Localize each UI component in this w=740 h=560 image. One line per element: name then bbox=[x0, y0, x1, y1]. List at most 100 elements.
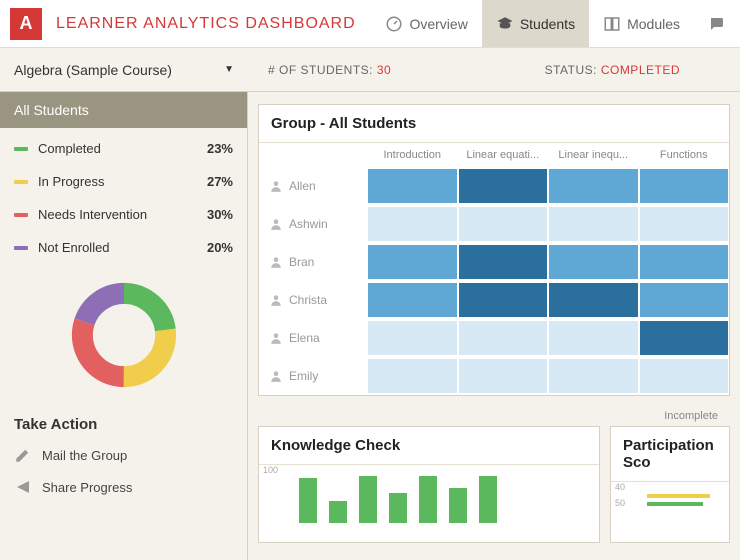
course-status: STATUS: COMPLETED bbox=[525, 63, 700, 77]
heatmap-cell[interactable] bbox=[459, 169, 548, 203]
heatmap-cell[interactable] bbox=[640, 359, 729, 393]
nav-label: Modules bbox=[627, 16, 680, 32]
heatmap-cell[interactable] bbox=[459, 359, 548, 393]
heatmap-cell[interactable] bbox=[459, 283, 548, 317]
student-name: Elena bbox=[259, 331, 367, 345]
graduate-icon bbox=[496, 15, 514, 33]
heatmap-col-label: Introduction bbox=[367, 149, 458, 161]
action-mail-group[interactable]: Mail the Group bbox=[0, 439, 247, 471]
heatmap-cell[interactable] bbox=[549, 359, 638, 393]
student-count: # OF STUDENTS: 30 bbox=[248, 63, 411, 77]
legend-row[interactable]: In Progress 27% bbox=[0, 165, 247, 198]
heatmap-col-label: Functions bbox=[639, 149, 730, 161]
legend-swatch bbox=[14, 213, 28, 217]
header: A LEARNER ANALYTICS DASHBOARD Overview S… bbox=[0, 0, 740, 48]
bar bbox=[329, 501, 347, 524]
heatmap-row[interactable]: Emily bbox=[259, 357, 729, 395]
heatmap-cell[interactable] bbox=[640, 207, 729, 241]
share-icon bbox=[14, 478, 32, 496]
heatmap-cell[interactable] bbox=[368, 321, 457, 355]
heatmap-cell[interactable] bbox=[640, 283, 729, 317]
heatmap-row[interactable]: Bran bbox=[259, 243, 729, 281]
legend-swatch bbox=[14, 147, 28, 151]
heatmap-cell[interactable] bbox=[459, 207, 548, 241]
heatmap-row[interactable]: Allen bbox=[259, 167, 729, 205]
heatmap-row[interactable]: Elena bbox=[259, 319, 729, 357]
person-icon bbox=[269, 331, 283, 345]
participation-panel: Participation Sco 40 50 bbox=[610, 426, 730, 543]
heatmap-cell[interactable] bbox=[549, 207, 638, 241]
donut-chart bbox=[0, 268, 247, 408]
legend-swatch bbox=[14, 180, 28, 184]
heatmap-cell[interactable] bbox=[368, 169, 457, 203]
student-name: Allen bbox=[259, 179, 367, 193]
legend-pct: 27% bbox=[207, 174, 233, 189]
legend-row[interactable]: Needs Intervention30% bbox=[0, 198, 247, 231]
app-title: LEARNER ANALYTICS DASHBOARD bbox=[56, 15, 356, 33]
sidebar-all-students[interactable]: All Students bbox=[0, 92, 247, 128]
bar bbox=[479, 476, 497, 524]
heatmap-cell[interactable] bbox=[640, 321, 729, 355]
nav-students[interactable]: Students bbox=[482, 0, 589, 47]
nav-label: Students bbox=[520, 16, 575, 32]
heatmap-row[interactable]: Ashwin bbox=[259, 205, 729, 243]
heatmap-cell[interactable] bbox=[368, 359, 457, 393]
take-action-heading: Take Action bbox=[0, 408, 247, 439]
student-count-value: 30 bbox=[377, 63, 391, 77]
heatmap-body: Allen Ashwin Bran Christa Elena Emily bbox=[259, 167, 729, 395]
heatmap-cell[interactable] bbox=[549, 283, 638, 317]
heatmap-cell[interactable] bbox=[459, 321, 548, 355]
legend-pct: 30% bbox=[207, 207, 233, 222]
panel-title: Knowledge Check bbox=[259, 427, 599, 465]
panel-title: Participation Sco bbox=[611, 427, 729, 482]
nav-chat[interactable] bbox=[694, 0, 740, 47]
student-name: Bran bbox=[259, 255, 367, 269]
nav-modules[interactable]: Modules bbox=[589, 0, 694, 47]
legend-pct: 20% bbox=[207, 240, 233, 255]
pencil-icon bbox=[14, 446, 32, 464]
person-icon bbox=[269, 293, 283, 307]
action-share-progress[interactable]: Share Progress bbox=[0, 471, 247, 503]
student-name: Christa bbox=[259, 293, 367, 307]
legend-row[interactable]: Completed23% bbox=[0, 132, 247, 165]
person-icon bbox=[269, 217, 283, 231]
nav-label: Overview bbox=[409, 16, 467, 32]
heatmap-cell[interactable] bbox=[549, 169, 638, 203]
heatmap-cell[interactable] bbox=[549, 321, 638, 355]
person-icon bbox=[269, 179, 283, 193]
person-icon bbox=[269, 369, 283, 383]
top-nav: Overview Students Modules bbox=[371, 0, 740, 47]
heatmap-legend: Incomplete bbox=[258, 406, 730, 426]
knowledge-check-panel: Knowledge Check 100 bbox=[258, 426, 600, 543]
bar bbox=[419, 476, 437, 524]
chat-icon bbox=[708, 15, 726, 33]
legend-row[interactable]: Not Enrolled20% bbox=[0, 231, 247, 264]
subheader: Algebra (Sample Course) ▼ # OF STUDENTS:… bbox=[0, 48, 740, 92]
heatmap-panel: Group - All Students IntroductionLinear … bbox=[258, 104, 730, 396]
nav-overview[interactable]: Overview bbox=[371, 0, 481, 47]
status-legend: Completed23% In Progress 27% Needs Interven… bbox=[0, 128, 247, 268]
sidebar: All Students Completed23% In Progress 27% N… bbox=[0, 92, 248, 560]
course-name: Algebra (Sample Course) bbox=[14, 62, 172, 78]
heatmap-cell[interactable] bbox=[640, 245, 729, 279]
course-select[interactable]: Algebra (Sample Course) ▼ bbox=[0, 62, 248, 78]
heatmap-row[interactable]: Christa bbox=[259, 281, 729, 319]
heatmap-col-label: Linear equati... bbox=[458, 149, 549, 161]
heatmap-cell[interactable] bbox=[640, 169, 729, 203]
bar bbox=[389, 493, 407, 523]
heatmap-cell[interactable] bbox=[459, 245, 548, 279]
student-name: Emily bbox=[259, 369, 367, 383]
legend-swatch bbox=[14, 246, 28, 250]
panel-title: Group - All Students bbox=[259, 105, 729, 143]
legend-label: Completed bbox=[38, 141, 101, 156]
heatmap-cell[interactable] bbox=[549, 245, 638, 279]
heatmap-cell[interactable] bbox=[368, 245, 457, 279]
heatmap-cell[interactable] bbox=[368, 283, 457, 317]
adobe-logo: A bbox=[10, 8, 42, 40]
action-label: Mail the Group bbox=[42, 448, 127, 463]
bar bbox=[359, 476, 377, 524]
status-value: COMPLETED bbox=[601, 63, 680, 77]
bar bbox=[299, 478, 317, 523]
heatmap-cell[interactable] bbox=[368, 207, 457, 241]
legend-label: In Progress bbox=[38, 174, 104, 189]
